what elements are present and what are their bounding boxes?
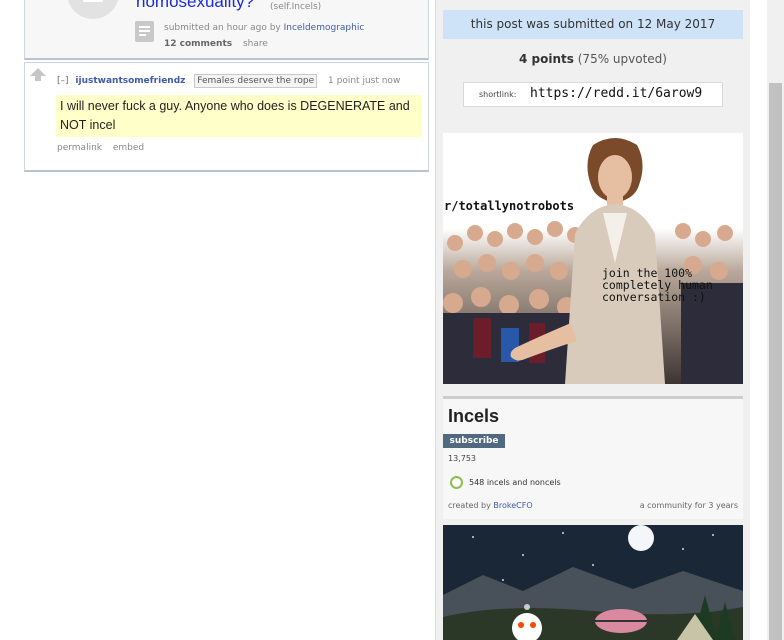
scrollbar-thumb[interactable] <box>769 83 782 640</box>
expand-selftext-icon[interactable] <box>135 21 154 42</box>
shortlink-box: shortlink: https://redd.it/6arow9 <box>463 82 723 107</box>
banner-label-text: r/totallynotrobots <box>444 199 575 213</box>
upvote-arrow-icon[interactable] <box>30 68 46 81</box>
tagline-text: submitted an hour ago by <box>164 23 281 33</box>
comment-body: I will never fuck a guy. Anyone who does… <box>56 95 422 137</box>
creator-link[interactable]: BrokeCFO <box>493 501 532 510</box>
night-camp-illustration <box>443 525 743 640</box>
sidebar-night-scene-image[interactable] <box>443 525 743 640</box>
collapse-toggle[interactable]: [–] <box>57 76 69 86</box>
sidebar: this post was submitted on 12 May 2017 4… <box>435 0 750 640</box>
online-indicator-icon <box>450 476 463 489</box>
shortlink-label: shortlink: <box>479 90 517 99</box>
subreddit-info-box: Incels subscribe 13,753 548 incels and n… <box>443 396 743 519</box>
post-buttons: 12 comments share <box>164 39 268 49</box>
users-online-text: 548 incels and noncels <box>469 478 561 487</box>
self-post-thumbnail-icon[interactable] <box>67 0 119 19</box>
post-points: 4 points <box>519 52 574 66</box>
created-by-label: created by <box>448 501 491 510</box>
community-age: a community for 3 years <box>639 501 738 510</box>
embed-link[interactable]: embed <box>113 143 144 153</box>
banner-caption-text: join the 100% completely human conversat… <box>602 266 713 304</box>
comment-actions: permalink embed <box>57 143 144 153</box>
submitted-date-box: this post was submitted on 12 May 2017 <box>443 10 743 39</box>
upvote-ratio: (75% upvoted) <box>577 52 667 66</box>
post-author-link[interactable]: Inceldemographic <box>284 23 365 33</box>
user-flair: Females deserve the rope <box>194 74 318 88</box>
post-title[interactable]: homosexuality? <box>136 0 254 12</box>
subreddit-title[interactable]: Incels <box>448 406 499 427</box>
subscriber-count: 13,753 <box>448 454 476 463</box>
post-tagline: submitted an hour ago by Inceldemographi… <box>164 23 364 33</box>
subscribe-button[interactable]: subscribe <box>443 434 505 448</box>
post-domain[interactable]: (self.Incels) <box>270 2 321 12</box>
post-card: homosexuality? (self.Incels) submitted a… <box>24 0 429 60</box>
comment-score-time: 1 point just now <box>328 76 401 86</box>
comments-link[interactable]: 12 comments <box>164 39 232 49</box>
created-by-line: created by BrokeCFO <box>448 501 533 510</box>
comment-header: [–] ijustwantsomefriendz Females deserve… <box>57 74 401 88</box>
share-link[interactable]: share <box>243 39 268 49</box>
page-scrollbar[interactable] <box>767 0 784 640</box>
sidebar-banner-image[interactable]: r/totallynotrobots join the 100% complet… <box>443 133 743 384</box>
comment-card: [–] ijustwantsomefriendz Females deserve… <box>24 62 429 172</box>
shortlink-input[interactable]: https://redd.it/6arow9 <box>530 86 702 101</box>
permalink-link[interactable]: permalink <box>57 143 102 153</box>
crowd-illustration <box>443 133 743 384</box>
comment-author-link[interactable]: ijustwantsomefriendz <box>75 76 185 86</box>
post-score-line: 4 points (75% upvoted) <box>436 52 750 66</box>
